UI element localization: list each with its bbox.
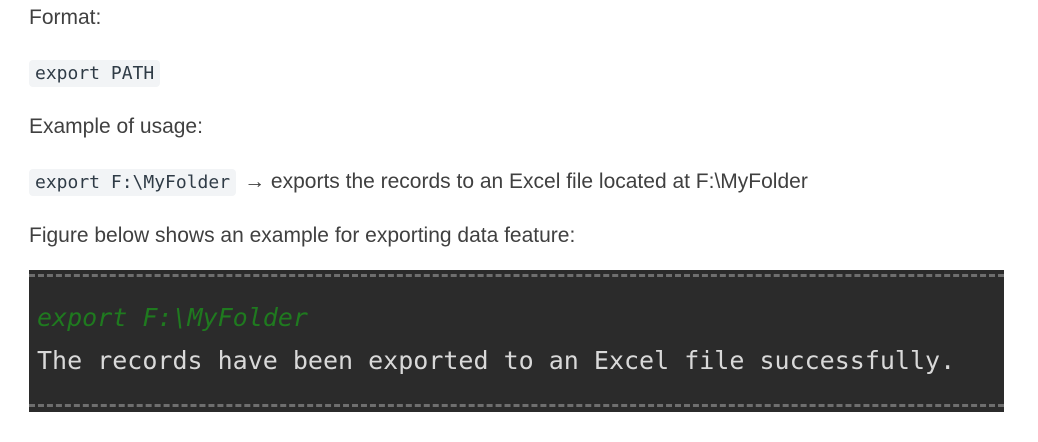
terminal-top-divider bbox=[29, 274, 1004, 277]
format-code: export PATH bbox=[29, 60, 161, 87]
usage-code: export F:\MyFolder bbox=[29, 169, 237, 196]
terminal-command: export F:\MyFolder bbox=[37, 303, 308, 332]
terminal-figure: export F:\MyFolder The records have been… bbox=[29, 270, 1004, 412]
usage-paragraph: export F:\MyFolder → exports the records … bbox=[29, 168, 808, 197]
figure-intro: Figure below shows an example for export… bbox=[29, 224, 576, 247]
usage-heading: Example of usage: bbox=[29, 115, 203, 138]
terminal-output: The records have been exported to an Exc… bbox=[37, 346, 956, 375]
format-heading: Format: bbox=[29, 6, 102, 29]
terminal-bottom-divider bbox=[29, 404, 1004, 407]
format-paragraph: export PATH bbox=[29, 59, 161, 88]
usage-description: → exports the records to an Excel file l… bbox=[244, 170, 808, 193]
